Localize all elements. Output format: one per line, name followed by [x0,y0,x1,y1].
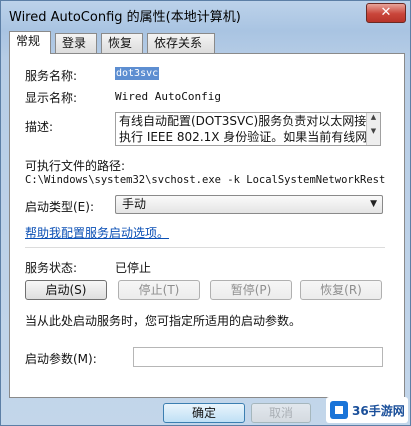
display-name-label: 显示名称: [25,91,78,105]
help-configure-link[interactable]: 帮助我配置服务启动选项。 [25,224,169,241]
stop-button[interactable]: 停止(T) [118,280,200,300]
watermark-text: 36手游网 [352,404,405,418]
tab-general[interactable]: 常规 [9,31,51,54]
close-button[interactable]: ✕ [366,3,406,23]
pause-button[interactable]: 暂停(P) [210,280,292,300]
properties-dialog: Wired AutoConfig 的属性(本地计算机) ✕ 常规 登录 恢复 依… [0,0,411,426]
scroll-up-icon[interactable]: ▲ [367,113,380,121]
window-title: Wired AutoConfig 的属性(本地计算机) [9,10,241,25]
chevron-down-icon: ▼ [370,199,377,209]
startup-type-value: 手动 [122,197,147,211]
close-icon: ✕ [380,5,392,20]
start-params-hint: 当从此处启动服务时，您可指定所适用的启动参数。 [25,314,302,328]
service-status-value: 已停止 [115,261,152,275]
cancel-button[interactable]: 取消 [251,403,311,423]
resume-button[interactable]: 恢复(R) [300,280,382,300]
display-name-value: Wired AutoConfig [115,90,221,103]
watermark-logo-icon [330,401,348,419]
description-label: 描述: [25,120,54,134]
site-watermark: 36手游网 [326,397,408,423]
scroll-down-icon[interactable]: ▼ [367,127,380,135]
startup-type-label: 启动类型(E): [25,200,94,214]
general-panel: 服务名称: dot3svc 显示名称: Wired AutoConfig 描述:… [9,53,405,398]
divider [25,247,385,248]
tab-recovery[interactable]: 恢复 [101,33,143,53]
service-name-label: 服务名称: [25,69,78,83]
title-bar: Wired AutoConfig 的属性(本地计算机) ✕ [1,1,410,29]
start-params-input[interactable] [133,347,383,367]
description-line-1: 有线自动配置(DOT3SVC)服务负责对以太网接口 [119,114,379,128]
description-scrollbar[interactable]: ▲ ▼ [366,113,380,145]
path-value: C:\Windows\system32\svchost.exe -k Local… [25,174,385,186]
path-label: 可执行文件的路径: [25,159,126,173]
ok-button[interactable]: 确定 [163,403,245,423]
service-status-label: 服务状态: [25,261,78,275]
start-button[interactable]: 启动(S) [25,280,107,300]
tab-logon[interactable]: 登录 [55,33,97,53]
startup-type-select[interactable]: 手动 ▼ [115,195,383,214]
start-params-label: 启动参数(M): [25,352,97,366]
description-box[interactable]: 有线自动配置(DOT3SVC)服务负责对以太网接口 执行 IEEE 802.1X… [115,112,381,146]
tab-dependencies[interactable]: 依存关系 [147,33,215,53]
description-line-2: 执行 IEEE 802.1X 身份验证。如果当前有线网 [119,130,368,144]
service-name-value[interactable]: dot3svc [115,67,160,80]
